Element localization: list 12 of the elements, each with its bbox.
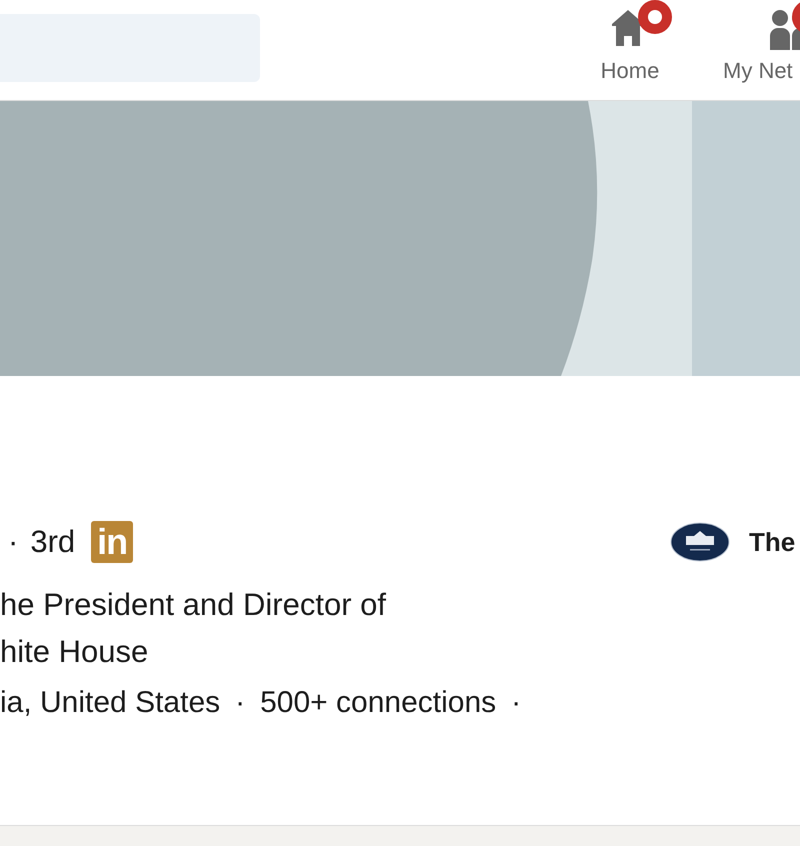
connection-degree: 3rd xyxy=(30,524,76,560)
separator-dot: · xyxy=(511,686,522,720)
nav-item[interactable]: Home xyxy=(585,0,675,84)
network-logo: in xyxy=(91,521,134,563)
separator-dot: · xyxy=(8,524,18,560)
headline: he President and Director of hite House xyxy=(0,586,386,671)
seal-icon xyxy=(670,522,730,562)
company-name[interactable]: The xyxy=(749,526,800,558)
separator-dot: · xyxy=(235,686,246,720)
location: ia, United States xyxy=(0,686,220,720)
nav-item[interactable]: My Net xyxy=(723,0,800,84)
connections-link[interactable]: 500+ connections xyxy=(260,686,496,720)
